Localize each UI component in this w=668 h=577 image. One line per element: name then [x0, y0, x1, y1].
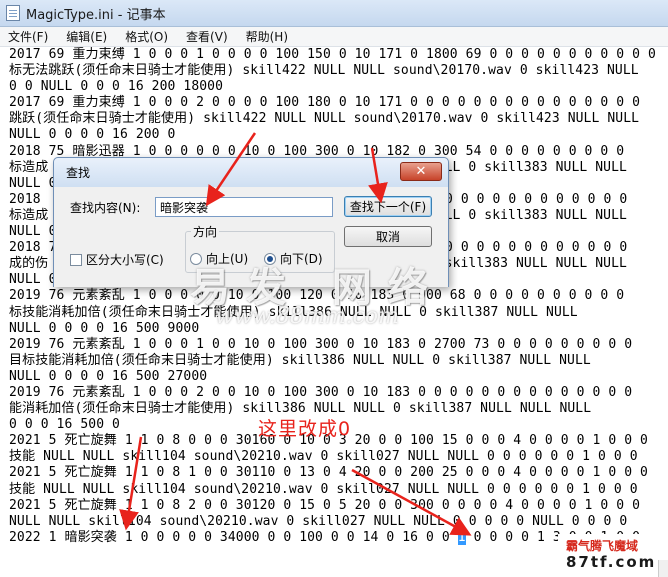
- editor-line: NULL NULL skill104 sound\20210.wav 0 ski…: [9, 513, 628, 529]
- find-dialog-title: 查找: [66, 166, 91, 180]
- editor-line: 2021 5 死亡旋舞 1 1 0 8 2 0 0 30120 0 15 0 5…: [9, 497, 641, 513]
- annotation-text: 这里改成0: [258, 418, 352, 440]
- corner-logo-url: 87tf.com: [566, 553, 657, 571]
- status-bar-stub: [658, 560, 668, 577]
- editor-line: 目标技能消耗加倍(须任命末日骑士才能使用) skill386 NULL NULL…: [9, 352, 591, 368]
- find-what-input[interactable]: [155, 197, 333, 217]
- find-what-label: 查找内容(N):: [70, 201, 141, 215]
- editor-line: 技能 NULL NULL skill104 sound\20210.wav 0 …: [9, 449, 638, 465]
- find-next-button[interactable]: 查找下一个(F): [344, 196, 432, 217]
- match-case-checkbox[interactable]: 区分大小写(C): [70, 251, 164, 268]
- find-dialog-titlebar[interactable]: 查找 ✕: [54, 158, 448, 187]
- watermark-url: www.88mm.com: [215, 304, 400, 329]
- corner-logo: 霸气腾飞魔域 87tf.com: [558, 534, 658, 574]
- menu-bar: 文件(F) 编辑(E) 格式(O) 查看(V) 帮助(H): [0, 27, 668, 47]
- menu-edit[interactable]: 编辑(E): [64, 27, 109, 46]
- selected-text[interactable]: 1: [457, 529, 466, 545]
- menu-file[interactable]: 文件(F): [6, 27, 50, 46]
- window-titlebar: MagicType.ini - 记事本: [0, 0, 668, 27]
- menu-format[interactable]: 格式(O): [123, 27, 170, 46]
- editor-line: 0 0 NULL 0 0 0 16 200 18000: [9, 79, 224, 95]
- corner-logo-title: 霸气腾飞魔域: [566, 539, 639, 553]
- editor-line: 技能 NULL NULL skill104 sound\20210.wav 0 …: [9, 481, 638, 497]
- window-title: MagicType.ini - 记事本: [26, 7, 166, 23]
- close-icon[interactable]: ✕: [400, 162, 442, 181]
- cancel-button[interactable]: 取消: [344, 226, 432, 247]
- editor-line: 2019 76 元素紊乱 1 0 0 0 1 0 0 10 0 100 300 …: [9, 336, 633, 352]
- editor-line: 2019 76 元素紊乱 1 0 0 0 2 0 0 10 0 100 300 …: [9, 384, 633, 400]
- editor-line: 2017 69 重力束缚 1 0 0 0 2 0 0 0 0 100 180 0…: [9, 95, 641, 111]
- editor-line: NULL 0 0 0 0 16 200 0: [9, 127, 176, 143]
- last-line-prefix: 2022 1 暗影突袭 1 0 0 0 0 0 34000 0 0 100 0 …: [9, 529, 458, 545]
- notepad-icon: [6, 5, 20, 21]
- editor-line: 2021 5 死亡旋舞 1 1 0 8 1 0 0 30110 0 13 0 4…: [9, 465, 648, 481]
- menu-help[interactable]: 帮助(H): [244, 27, 290, 46]
- editor-line: 2017 69 重力束缚 1 0 0 0 1 0 0 0 0 100 150 0…: [9, 47, 656, 62]
- editor-line: NULL 0 0 0 0 16 500 27000: [9, 368, 208, 384]
- checkbox-icon[interactable]: [70, 253, 82, 266]
- match-case-label: 区分大小写(C): [86, 253, 164, 267]
- direction-label: 方向: [191, 223, 220, 240]
- editor-line: 跳跃(须任命末日骑士才能使用) skill422 NULL NULL sound…: [9, 111, 640, 127]
- menu-view[interactable]: 查看(V): [184, 27, 230, 46]
- editor-line: 标无法跳跃(须任命末日骑士才能使用) skill422 NULL NULL so…: [9, 63, 639, 79]
